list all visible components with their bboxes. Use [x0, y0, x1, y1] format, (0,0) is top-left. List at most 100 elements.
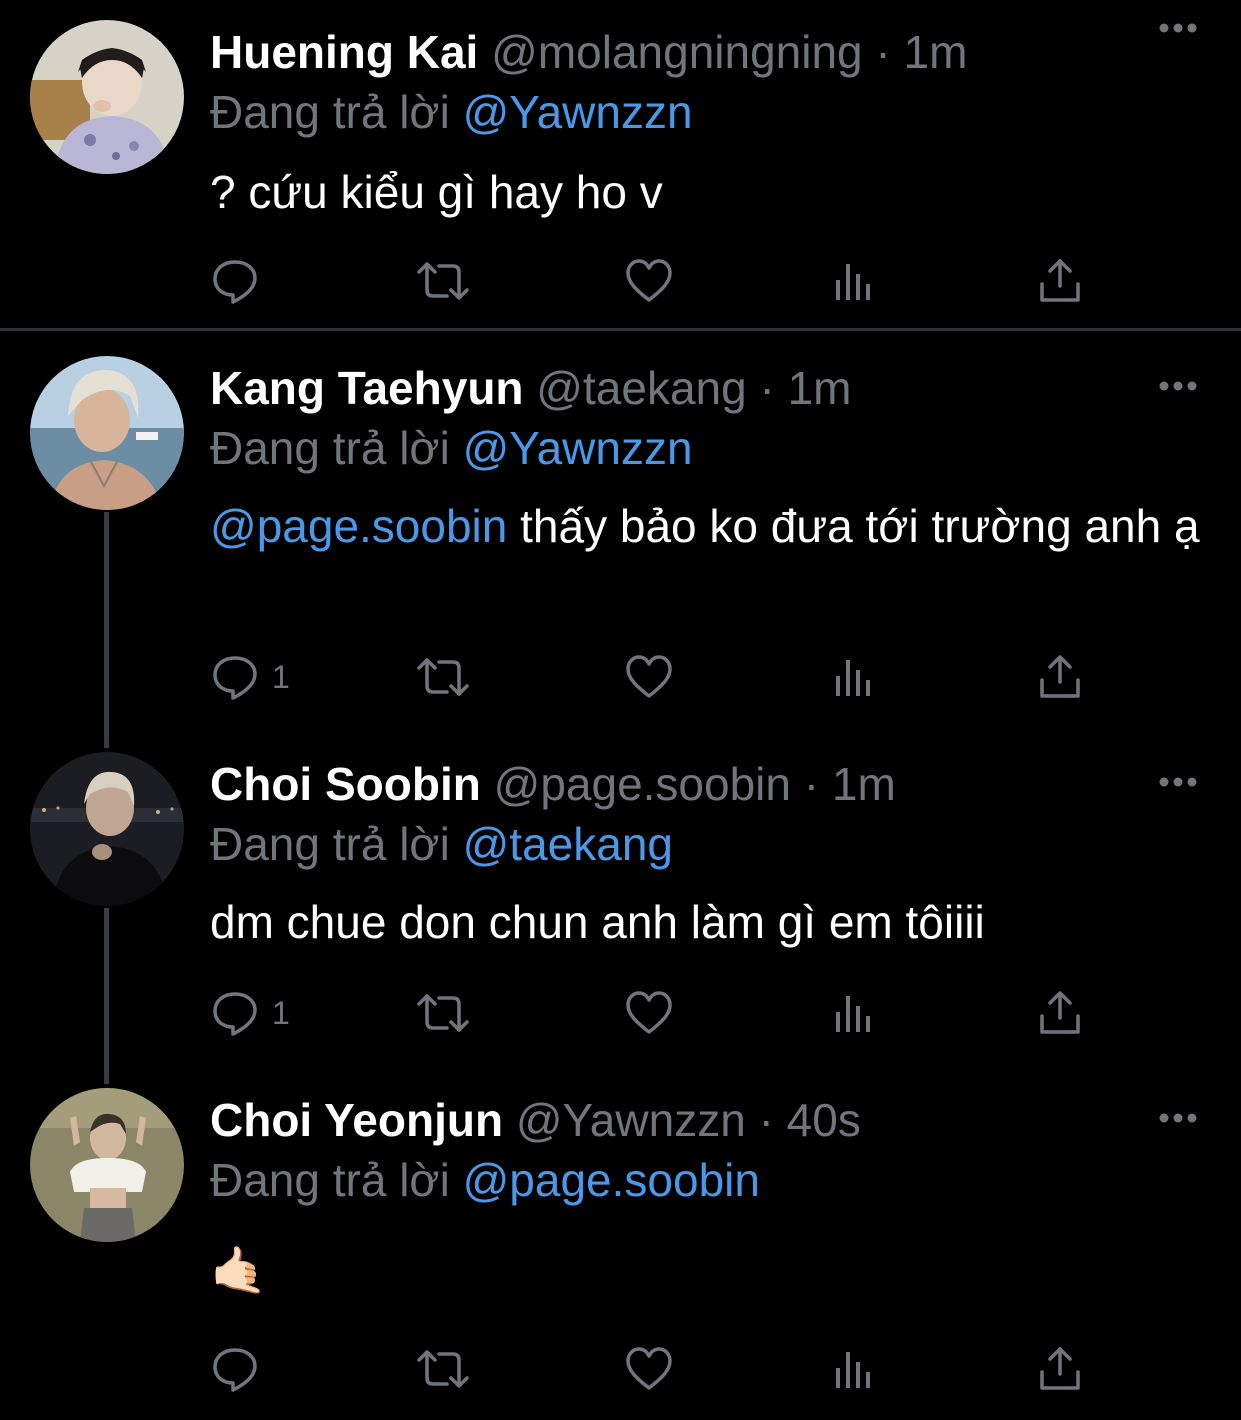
like-button[interactable] [624, 256, 674, 306]
reply-icon [210, 256, 260, 306]
replying-to-label: Đang trả lời [210, 1154, 450, 1206]
share-icon [1037, 652, 1083, 702]
replying-to: Đang trả lời @Yawnzzn [210, 82, 693, 142]
replying-to-label: Đang trả lời [210, 86, 450, 138]
replying-to: Đang trả lời @taekang [210, 814, 673, 874]
tweet-header: Choi Soobin @page.soobin · 1m [210, 754, 896, 814]
more-options-icon[interactable] [1158, 376, 1198, 396]
separator-dot: · [875, 26, 891, 78]
tweet-divider [0, 328, 1241, 331]
more-options-icon[interactable] [1158, 772, 1198, 792]
tweet-text: dm chue don chun anh làm gì em tôiiii [210, 894, 1210, 950]
tweet-text-content: thấy bảo ko đưa tới trường anh ạ [507, 500, 1200, 552]
retweet-button[interactable] [415, 652, 471, 702]
display-name[interactable]: Huening Kai [210, 26, 478, 78]
more-options-icon[interactable] [1158, 18, 1198, 38]
tweet-kang-taehyun[interactable]: Kang Taehyun @taekang · 1m Đang trả lời … [0, 356, 1241, 736]
like-button[interactable] [624, 988, 674, 1038]
tweet-header: Huening Kai @molangningning · 1m [210, 22, 967, 82]
like-icon [624, 988, 674, 1038]
reply-button[interactable]: 1 [210, 988, 290, 1038]
display-name[interactable]: Choi Yeonjun [210, 1094, 503, 1146]
avatar[interactable] [30, 20, 184, 174]
share-icon [1037, 256, 1083, 306]
separator-dot: · [759, 362, 775, 414]
analytics-button[interactable] [832, 652, 876, 702]
share-icon [1037, 1344, 1083, 1394]
reply-icon [210, 652, 260, 702]
display-name[interactable]: Choi Soobin [210, 758, 481, 810]
tweet-text: 🤙🏻 [210, 1242, 1210, 1298]
like-icon [624, 256, 674, 306]
reply-icon [210, 988, 260, 1038]
like-button[interactable] [624, 1344, 674, 1394]
timestamp[interactable]: 1m [904, 26, 968, 78]
share-button[interactable] [1037, 652, 1083, 702]
reply-icon [210, 1344, 260, 1394]
analytics-icon [832, 256, 876, 306]
reply-count: 1 [272, 995, 290, 1031]
timestamp[interactable]: 1m [788, 362, 852, 414]
replying-to-mention[interactable]: @Yawnzzn [463, 86, 693, 138]
tweet-actions: 1 [210, 988, 1090, 1038]
call-me-hand-emoji: 🤙🏻 [210, 1244, 268, 1296]
reply-button[interactable] [210, 256, 272, 306]
retweet-icon [415, 1344, 471, 1394]
avatar[interactable] [30, 752, 184, 906]
like-icon [624, 652, 674, 702]
retweet-button[interactable] [415, 988, 471, 1038]
avatar[interactable] [30, 356, 184, 510]
retweet-icon [415, 988, 471, 1038]
display-name[interactable]: Kang Taehyun [210, 362, 524, 414]
tweet-text: @page.soobin thấy bảo ko đưa tới trường … [210, 498, 1210, 554]
tweet-actions [210, 1344, 1090, 1394]
analytics-button[interactable] [832, 1344, 876, 1394]
retweet-icon [415, 256, 471, 306]
replying-to-label: Đang trả lời [210, 422, 450, 474]
user-handle[interactable]: @taekang [536, 362, 746, 414]
retweet-button[interactable] [415, 256, 471, 306]
analytics-icon [832, 652, 876, 702]
tweet-huening-kai[interactable]: Huening Kai @molangningning · 1m Đang tr… [0, 0, 1241, 328]
tweet-actions [210, 256, 1090, 306]
timestamp[interactable]: 1m [832, 758, 896, 810]
replying-to-mention[interactable]: @Yawnzzn [463, 422, 693, 474]
analytics-icon [832, 1344, 876, 1394]
tweet-choi-yeonjun[interactable]: Choi Yeonjun @Yawnzzn · 40s Đang trả lời… [0, 1088, 1241, 1420]
user-handle[interactable]: @Yawnzzn [516, 1094, 746, 1146]
replying-to-label: Đang trả lời [210, 818, 450, 870]
timestamp[interactable]: 40s [787, 1094, 861, 1146]
more-options-icon[interactable] [1158, 1108, 1198, 1128]
replying-to: Đang trả lời @Yawnzzn [210, 418, 693, 478]
like-button[interactable] [624, 652, 674, 702]
replying-to: Đang trả lời @page.soobin [210, 1150, 760, 1210]
reply-count: 1 [272, 659, 290, 695]
tweet-text-content: dm chue don chun anh làm gì em tôiiii [210, 896, 985, 948]
tweet-text: ? cứu kiểu gì hay ho v [210, 164, 1210, 220]
analytics-button[interactable] [832, 256, 876, 306]
replying-to-mention[interactable]: @page.soobin [463, 1154, 760, 1206]
reply-button[interactable] [210, 1344, 272, 1394]
share-button[interactable] [1037, 256, 1083, 306]
separator-dot: · [758, 1094, 774, 1146]
tweet-choi-soobin[interactable]: Choi Soobin @page.soobin · 1m Đang trả l… [0, 752, 1241, 1072]
separator-dot: · [803, 758, 820, 810]
user-handle[interactable]: @page.soobin [494, 758, 791, 810]
share-button[interactable] [1037, 988, 1083, 1038]
tweet-header: Kang Taehyun @taekang · 1m [210, 358, 852, 418]
user-handle[interactable]: @molangningning [491, 26, 863, 78]
tweet-text-content: ? cứu kiểu gì hay ho v [210, 166, 663, 218]
share-icon [1037, 988, 1083, 1038]
replying-to-mention[interactable]: @taekang [463, 818, 673, 870]
avatar[interactable] [30, 1088, 184, 1242]
like-icon [624, 1344, 674, 1394]
share-button[interactable] [1037, 1344, 1083, 1394]
tweet-actions: 1 [210, 652, 1090, 702]
tweet-text-mention[interactable]: @page.soobin [210, 500, 507, 552]
retweet-icon [415, 652, 471, 702]
reply-button[interactable]: 1 [210, 652, 290, 702]
retweet-button[interactable] [415, 1344, 471, 1394]
analytics-button[interactable] [832, 988, 876, 1038]
tweet-header: Choi Yeonjun @Yawnzzn · 40s [210, 1090, 861, 1150]
analytics-icon [832, 988, 876, 1038]
